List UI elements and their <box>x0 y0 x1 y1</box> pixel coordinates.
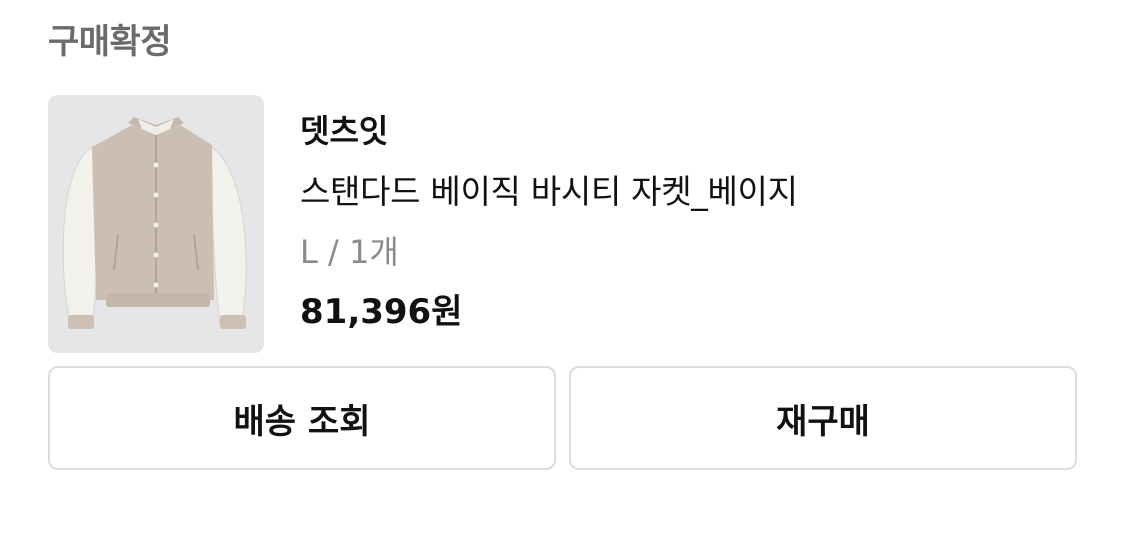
order-status-label: 구매확정 <box>48 22 172 62</box>
product-name[interactable]: 스탠다드 베이직 바시티 자켓_베이지 <box>300 169 798 215</box>
order-item-card[interactable]: 뎃츠잇 스탠다드 베이직 바시티 자켓_베이지 L / 1개 81,396원 <box>48 95 1078 355</box>
brand-name[interactable]: 뎃츠잇 <box>300 109 388 153</box>
product-option: L / 1개 <box>300 233 399 271</box>
product-price: 81,396원 <box>300 292 463 332</box>
track-delivery-button[interactable]: 배송 조회 <box>48 366 556 470</box>
varsity-jacket-image <box>48 95 264 353</box>
product-thumbnail[interactable] <box>48 95 264 353</box>
rebuy-button[interactable]: 재구매 <box>569 366 1077 470</box>
